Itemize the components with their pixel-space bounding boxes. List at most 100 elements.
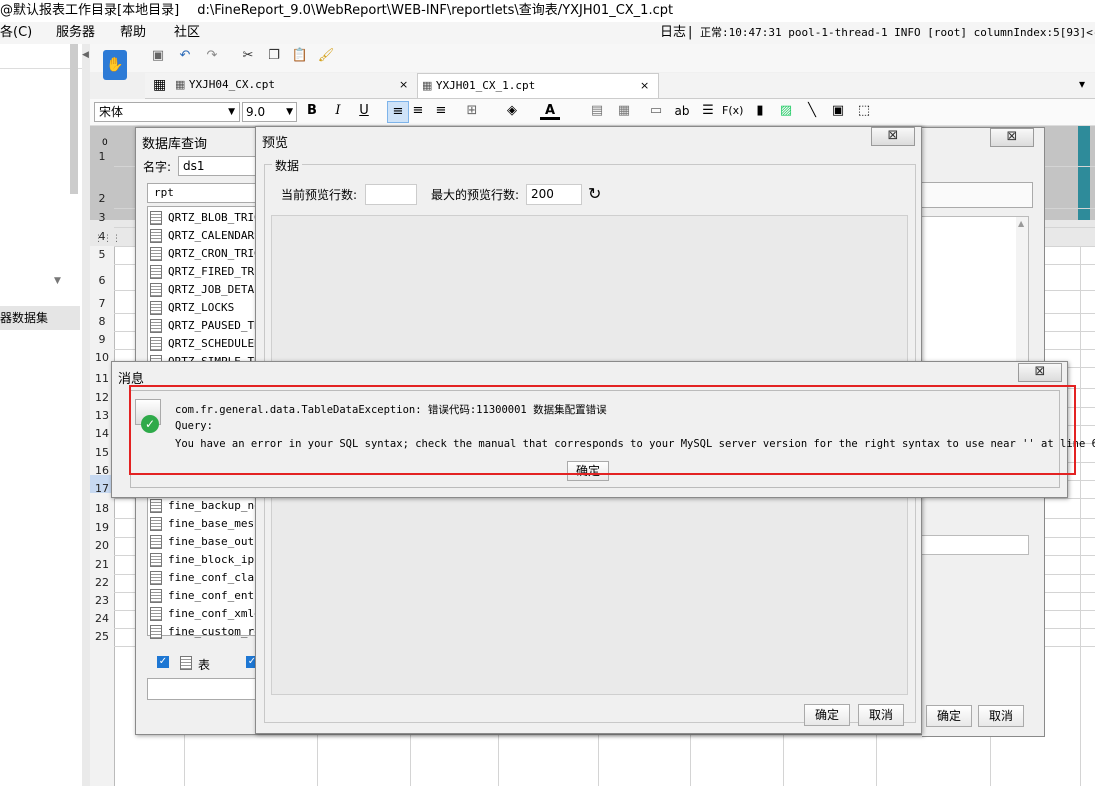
menu-item-community[interactable]: 社区 xyxy=(174,22,200,44)
table-list-item[interactable]: QRTZ_JOB_DETAI xyxy=(150,281,268,299)
slash-icon[interactable]: ╲ xyxy=(802,101,822,121)
row-number[interactable]: 8 xyxy=(90,315,114,328)
grid-icon[interactable]: ▦ xyxy=(153,77,166,93)
tab-yxjh04[interactable]: ▦ YXJH04_CX.cpt × xyxy=(175,73,415,97)
name-input[interactable]: ds1 xyxy=(178,156,259,176)
menu-item-0[interactable]: 各(C) xyxy=(0,22,32,44)
server-dataset-item[interactable]: 器数据集 xyxy=(0,306,80,330)
bold-button[interactable]: B xyxy=(302,101,322,121)
format-painter-icon[interactable]: 🖌 xyxy=(316,46,336,66)
table-list-item[interactable]: fine_base_mess xyxy=(150,515,268,533)
table-list-item[interactable]: fine_conf_enti xyxy=(150,587,268,605)
table-list-item[interactable]: QRTZ_CALENDARS xyxy=(150,227,268,245)
message-close-button[interactable]: ⊠ xyxy=(1018,363,1062,382)
menu-item-server[interactable]: 服务器 xyxy=(56,22,95,44)
text-element-button[interactable]: ab xyxy=(672,101,692,121)
row-number[interactable]: 9 xyxy=(90,333,114,346)
border-icon[interactable]: ⊞ xyxy=(462,101,482,121)
chart-icon[interactable]: ▮ xyxy=(750,101,770,121)
fill-color-icon[interactable]: ◈ xyxy=(502,101,522,121)
collapse-icon[interactable]: ▼ xyxy=(54,276,61,286)
tab-yxjh01-close-icon[interactable]: × xyxy=(640,74,649,98)
row-number[interactable]: 7 xyxy=(90,297,114,310)
table-list-item[interactable]: QRTZ_LOCKS xyxy=(150,299,268,317)
merge-cells-icon[interactable]: ▤ xyxy=(587,101,607,121)
row-number[interactable]: 25 xyxy=(90,630,114,643)
table-filter-input[interactable] xyxy=(147,678,257,700)
undo-icon[interactable]: ↶ xyxy=(175,46,195,66)
tab-yxjh04-close-icon[interactable]: × xyxy=(399,73,408,97)
subreport-icon[interactable]: ▣ xyxy=(828,101,848,121)
table-list-item[interactable]: fine_block_ip xyxy=(150,551,268,569)
preview-cancel-button[interactable]: 取消 xyxy=(858,704,904,726)
row-number[interactable]: 4 xyxy=(90,230,114,243)
row-number[interactable]: 5 xyxy=(90,248,114,261)
outer-ok-button[interactable]: 确定 xyxy=(926,705,972,727)
outer-cancel-button[interactable]: 取消 xyxy=(978,705,1024,727)
table-list-item[interactable]: fine_custom_ro xyxy=(150,623,268,641)
table-icon xyxy=(150,247,162,261)
menu-item-help[interactable]: 帮助 xyxy=(120,22,146,44)
save-icon[interactable]: ▣ xyxy=(148,46,168,66)
refresh-icon[interactable]: ↻ xyxy=(588,184,601,203)
table-list-item[interactable]: QRTZ_CRON_TRIG xyxy=(150,245,268,263)
left-panel-scrollbar[interactable] xyxy=(70,44,78,194)
designer-logo-icon[interactable]: ✋ xyxy=(103,50,127,80)
tab-yxjh01[interactable]: ▦ YXJH01_CX_1.cpt × xyxy=(417,73,659,98)
preview-ok-button[interactable]: 确定 xyxy=(804,704,850,726)
max-rows-input[interactable]: 200 xyxy=(526,184,582,205)
row-number[interactable]: 3 xyxy=(90,211,114,224)
table-list-item[interactable]: fine_base_outp xyxy=(150,533,268,551)
preview-close-button[interactable]: ⊠ xyxy=(871,127,915,146)
more-icon[interactable]: ⬚ xyxy=(854,101,874,121)
row-number[interactable]: 18 xyxy=(90,502,114,515)
table-checkbox[interactable]: ✓ xyxy=(157,656,169,668)
row-number[interactable]: 22 xyxy=(90,576,114,589)
splitter-left-arrow-icon[interactable]: ◀ xyxy=(82,50,89,60)
tab-yxjh04-label: YXJH04_CX.cpt xyxy=(188,78,275,91)
italic-button[interactable]: I xyxy=(328,101,348,121)
current-rows-input[interactable] xyxy=(365,184,417,205)
window-title-bar: @默认报表工作目录[本地目录] d:\FineReport_9.0\WebRep… xyxy=(0,0,1095,23)
schema-select[interactable]: rpt xyxy=(147,183,263,203)
font-size-select[interactable]: 9.0 ▼ xyxy=(242,102,297,122)
insert-row-icon[interactable]: ▭ xyxy=(646,101,666,121)
splitter[interactable]: ◀ xyxy=(82,44,90,786)
cut-icon[interactable]: ✂ xyxy=(238,46,258,66)
row-number[interactable]: 6 xyxy=(90,274,114,287)
row-number[interactable]: 21 xyxy=(90,558,114,571)
align-center-icon[interactable]: ≡ xyxy=(408,101,428,121)
paste-icon[interactable]: 📋 xyxy=(290,46,310,66)
formula-button[interactable]: F(x) xyxy=(722,101,743,121)
db-query-title: 数据库查询 xyxy=(142,137,208,152)
table-list-item[interactable]: fine_conf_xmle xyxy=(150,605,268,623)
log-label[interactable]: 日志 xyxy=(660,22,686,44)
align-right-icon[interactable]: ≡ xyxy=(431,101,451,121)
font-color-icon[interactable]: A xyxy=(540,101,560,120)
row-number[interactable]: 19 xyxy=(90,521,114,534)
param-field[interactable] xyxy=(922,535,1029,555)
font-name-select[interactable]: 宋体 ▼ xyxy=(94,102,240,122)
copy-icon[interactable]: ❐ xyxy=(264,46,284,66)
table-list-item[interactable]: fine_backup_no xyxy=(150,497,268,515)
table-list-item[interactable]: QRTZ_PAUSED_TRI xyxy=(150,317,268,335)
scroll-up-icon[interactable]: ▲ xyxy=(1018,219,1024,228)
redo-icon[interactable]: ↷ xyxy=(202,46,222,66)
db-query-close-button[interactable]: ⊠ xyxy=(990,128,1034,147)
unmerge-cells-icon[interactable]: ▦ xyxy=(614,101,634,121)
row-number[interactable]: 24 xyxy=(90,612,114,625)
table-list-item[interactable]: fine_conf_clas xyxy=(150,569,268,587)
row-number[interactable]: 2 xyxy=(90,192,114,205)
table-list-item[interactable]: QRTZ_BLOB_TRIG xyxy=(150,209,268,227)
richtext-icon[interactable]: ☰ xyxy=(698,101,718,121)
image-icon[interactable]: ▨ xyxy=(776,101,796,121)
row-number[interactable]: 1 xyxy=(90,150,114,163)
window-title-workspace: @默认报表工作目录[本地目录] xyxy=(0,3,180,18)
underline-button[interactable]: U xyxy=(354,101,374,121)
tab-menu-icon[interactable]: ▾ xyxy=(1079,77,1085,91)
table-list-item[interactable]: QRTZ_SCHEDULER xyxy=(150,335,268,353)
table-list-item[interactable]: QRTZ_FIRED_TRIG xyxy=(150,263,268,281)
align-left-icon[interactable]: ≡ xyxy=(387,101,409,123)
row-number[interactable]: 20 xyxy=(90,539,114,552)
row-number[interactable]: 23 xyxy=(90,594,114,607)
